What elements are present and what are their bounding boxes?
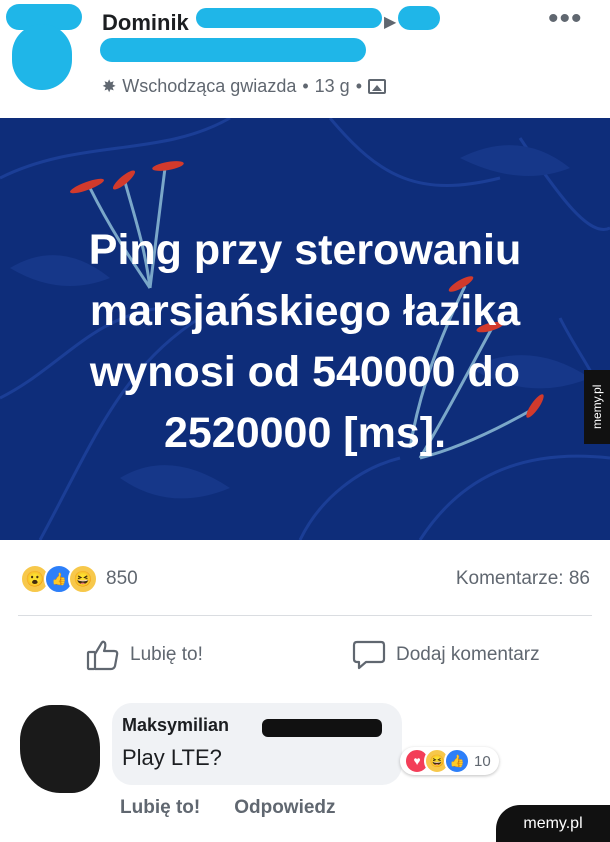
avatar[interactable]: [20, 705, 100, 793]
watermark-badge: memy.pl: [496, 805, 610, 842]
banner-line: Ping przy sterowaniu: [88, 226, 522, 274]
banner-line: 2520000 [ms].: [163, 409, 447, 457]
comment-author[interactable]: Maksymilian: [122, 715, 229, 736]
more-dots-icon[interactable]: •••: [548, 2, 583, 36]
redaction-scribble: [196, 8, 382, 28]
comment-actions: Lubię to! Odpowiedz: [120, 797, 336, 819]
share-arrow-icon: ▶: [384, 14, 397, 31]
comment-text: Play LTE?: [122, 745, 222, 770]
post-time[interactable]: 13 g: [315, 76, 350, 97]
like-icon: 👍: [444, 748, 470, 774]
post-stats: 😮 👍 😆 850 Komentarze: 86: [20, 562, 590, 596]
reactions-summary[interactable]: 😮 👍 😆 850: [20, 564, 138, 594]
comment-like-button[interactable]: Lubię to!: [120, 797, 200, 819]
comments-count[interactable]: Komentarze: 86: [456, 568, 590, 590]
meta-separator: •: [355, 76, 363, 96]
haha-icon: 😆: [68, 564, 98, 594]
redaction-scribble: [398, 6, 440, 30]
comment-reply-button[interactable]: Odpowiedz: [234, 797, 335, 819]
post-meta: ✸ Wschodząca gwiazda • 13 g •: [102, 76, 387, 97]
banner-text: Ping przy sterowaniu marsjańskiego łazik…: [0, 220, 610, 464]
add-comment-button[interactable]: Dodaj komentarz: [352, 632, 540, 678]
photo-icon: [368, 79, 387, 94]
banner-line: wynosi od 540000 do: [89, 348, 521, 396]
post-author-name[interactable]: Dominik: [102, 10, 189, 36]
like-button[interactable]: Lubię to!: [86, 632, 203, 678]
meta-separator: •: [302, 76, 309, 96]
post-image[interactable]: Ping przy sterowaniu marsjańskiego łazik…: [0, 118, 610, 540]
post-actions: Lubię to! Dodaj komentarz: [0, 632, 610, 678]
redaction-bar: [262, 719, 382, 737]
comment-bubble: Maksymilian Play LTE?: [112, 703, 402, 785]
banner-line: marsjańskiego łazika: [89, 287, 521, 335]
comment-reactions-count: 10: [474, 752, 491, 770]
reactions-count: 850: [106, 568, 138, 589]
add-comment-label: Dodaj komentarz: [396, 644, 540, 665]
thumbs-up-icon: [86, 640, 119, 671]
divider: [18, 615, 592, 616]
like-label: Lubię to!: [130, 644, 203, 665]
rising-star-icon: ✸: [102, 76, 117, 96]
side-watermark: memy.pl: [584, 370, 610, 444]
comment-reactions[interactable]: ♥ 😆 👍 10: [400, 747, 499, 775]
comment-bubble-icon: [352, 640, 386, 670]
redaction-scribble: [12, 24, 72, 90]
redaction-scribble: [100, 38, 366, 62]
badge-label[interactable]: Wschodząca gwiazda: [122, 76, 296, 97]
post-header: Dominik ▶ ••• ✸ Wschodząca gwiazda • 13 …: [0, 0, 610, 118]
